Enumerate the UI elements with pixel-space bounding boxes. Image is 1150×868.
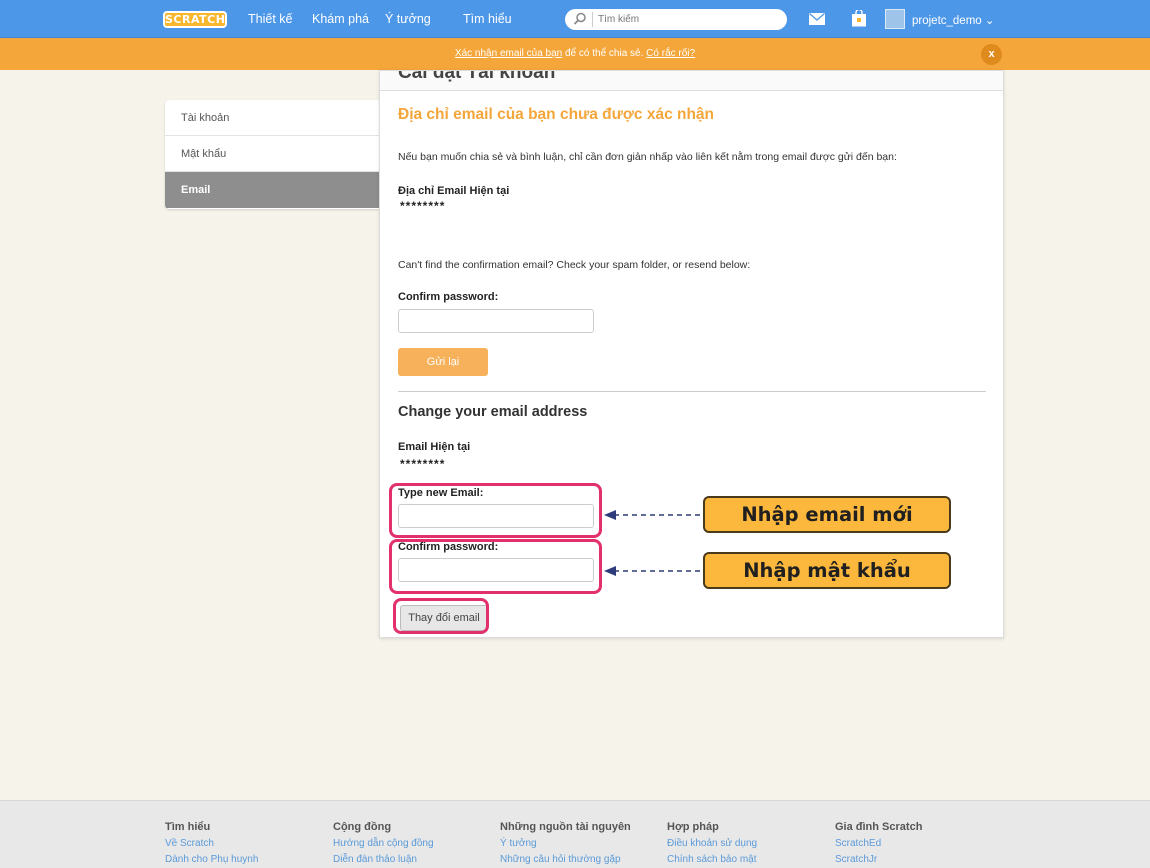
- sidebar-item-password[interactable]: Mật khẩu: [165, 136, 379, 172]
- footer-column-family: Gia đình Scratch ScratchEd ScratchJr: [835, 821, 922, 865]
- footer-link[interactable]: ScratchJr: [835, 854, 922, 865]
- footer-link[interactable]: ScratchEd: [835, 838, 922, 849]
- search-box[interactable]: [565, 9, 787, 30]
- arrow-left-icon: [604, 510, 702, 520]
- confirm-email-link[interactable]: Xác nhận email của bạn: [455, 48, 562, 59]
- footer-heading: Tìm hiểu: [165, 821, 211, 833]
- top-navigation-bar: SCRATCH Thiết kế Khám phá Ý tưởng Tìm hi…: [0, 0, 1150, 38]
- search-icon: [573, 12, 586, 25]
- footer-link[interactable]: Dành cho Phụ huynh: [165, 854, 258, 865]
- mail-icon[interactable]: [809, 13, 825, 25]
- nav-link-create[interactable]: Thiết kế: [248, 12, 292, 26]
- settings-sidebar: Tài khoản Mật khẩu Email: [165, 100, 379, 209]
- current-email-value-2: ********: [400, 457, 446, 471]
- change-email-button[interactable]: Thay đổi email: [400, 605, 488, 631]
- email-confirmation-banner: Xác nhận email của bạn để có thể chia sẻ…: [0, 38, 1150, 70]
- current-email-value: ********: [400, 199, 446, 213]
- current-email-label: Địa chỉ Email Hiện tại: [398, 185, 510, 197]
- change-email-title: Change your email address: [398, 404, 588, 420]
- nav-link-ideas[interactable]: Ý tưởng: [385, 12, 431, 26]
- my-stuff-bag-icon[interactable]: [851, 10, 867, 27]
- footer-column-resources: Những nguồn tài nguyên Ý tưởng Những câu…: [500, 821, 631, 865]
- account-menu[interactable]: projetc_demo ⌄: [912, 13, 995, 27]
- scratch-logo[interactable]: SCRATCH: [163, 11, 227, 28]
- footer-column-learn: Tìm hiểu Về Scratch Dành cho Phụ huynh: [165, 821, 258, 865]
- banner-text: Xác nhận email của bạn để có thể chia sẻ…: [0, 48, 1150, 59]
- footer-link[interactable]: Hướng dẫn cộng đồng: [333, 838, 434, 849]
- footer-heading: Gia đình Scratch: [835, 821, 923, 833]
- resend-button[interactable]: Gửi lại: [398, 348, 488, 376]
- footer-link[interactable]: Diễn đàn thảo luận: [333, 854, 434, 865]
- resend-hint: Can't find the confirmation email? Check…: [398, 259, 751, 271]
- footer-column-community: Cộng đồng Hướng dẫn cộng đồng Diễn đàn t…: [333, 821, 434, 865]
- footer-link[interactable]: Về Scratch: [165, 838, 258, 849]
- search-input[interactable]: [592, 12, 772, 27]
- current-email-label-2: Email Hiện tại: [398, 441, 471, 453]
- trouble-link[interactable]: Có rắc rối?: [646, 48, 695, 59]
- sidebar-item-account[interactable]: Tài khoản: [165, 100, 379, 136]
- callout-enter-password: Nhập mật khẩu: [703, 552, 951, 589]
- close-banner-button[interactable]: x: [981, 44, 1002, 65]
- footer-link[interactable]: Chính sách bảo mật: [667, 854, 757, 865]
- banner-message: để có thể chia sẻ.: [562, 48, 647, 59]
- change-password-input[interactable]: [398, 558, 594, 582]
- footer: Tìm hiểu Về Scratch Dành cho Phụ huynh C…: [0, 800, 1150, 868]
- confirm-password-label-2: Confirm password:: [398, 541, 499, 553]
- confirmation-instructions: Nếu bạn muốn chia sẻ và bình luận, chỉ c…: [398, 151, 897, 163]
- footer-heading: Cộng đồng: [333, 821, 392, 833]
- page-title: Cài đặt Tài khoản: [398, 71, 556, 83]
- nav-link-explore[interactable]: Khám phá: [312, 12, 369, 26]
- footer-link[interactable]: Điều khoản sử dụng: [667, 838, 757, 849]
- arrow-left-icon: [604, 566, 702, 576]
- footer-heading: Hợp pháp: [667, 821, 719, 833]
- new-email-input[interactable]: [398, 504, 594, 528]
- footer-column-legal: Hợp pháp Điều khoản sử dụng Chính sách b…: [667, 821, 757, 865]
- nav-link-about[interactable]: Tìm hiểu: [463, 12, 512, 26]
- resend-password-input[interactable]: [398, 309, 594, 333]
- unconfirmed-email-title: Địa chỉ email của bạn chưa được xác nhận: [398, 106, 715, 123]
- new-email-label: Type new Email:: [398, 487, 484, 499]
- callout-enter-new-email: Nhập email mới: [703, 496, 951, 533]
- avatar[interactable]: [885, 9, 905, 29]
- footer-heading: Những nguồn tài nguyên: [500, 821, 631, 833]
- footer-link[interactable]: Ý tưởng: [500, 838, 631, 849]
- sidebar-item-email[interactable]: Email: [165, 172, 379, 208]
- footer-link[interactable]: Những câu hỏi thường gặp: [500, 854, 631, 865]
- section-divider: [398, 391, 986, 392]
- panel-header: Cài đặt Tài khoản: [380, 71, 1003, 91]
- confirm-password-label: Confirm password:: [398, 291, 499, 303]
